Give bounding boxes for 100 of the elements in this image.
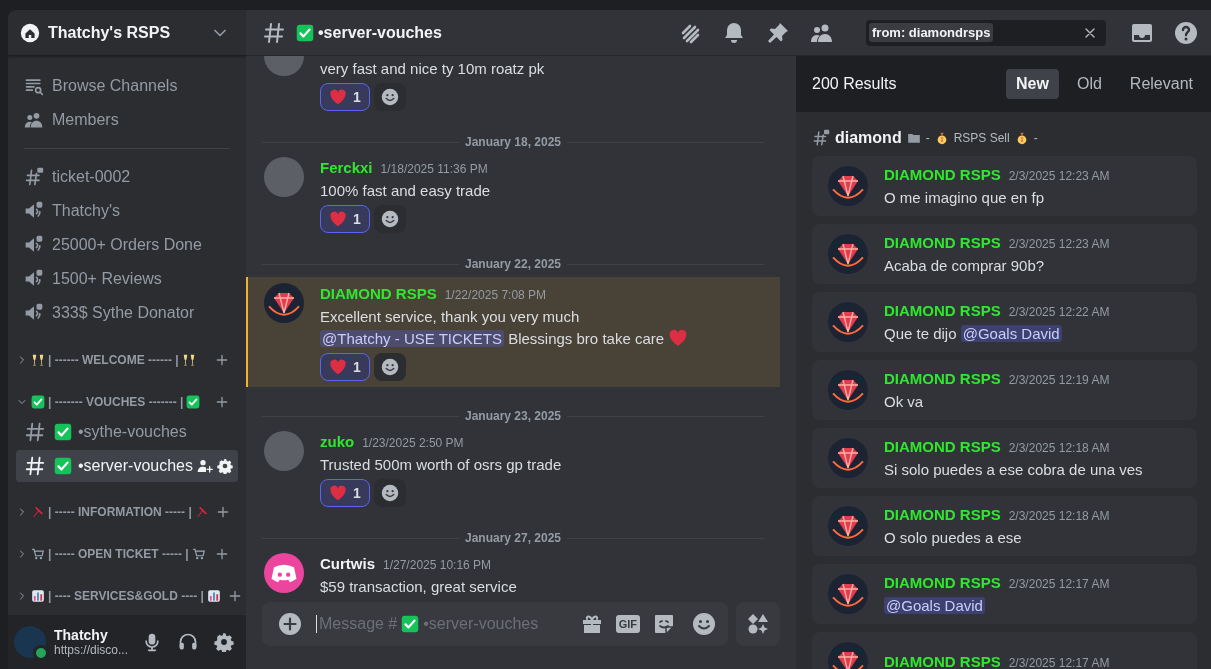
apps-icon[interactable] xyxy=(746,612,770,636)
channel-name: •sythe-vouches xyxy=(78,423,188,441)
search-field[interactable]: from: diamondrsps xyxy=(866,19,1106,46)
message-text: Ok va xyxy=(884,391,925,412)
author-name[interactable]: DIAMOND RSPS xyxy=(884,650,1001,669)
heart-icon xyxy=(329,88,347,106)
channel-item[interactable]: •server-vouches xyxy=(16,450,238,482)
hash-icon xyxy=(262,20,286,45)
sort-tab[interactable]: Old xyxy=(1066,69,1112,99)
channel-item[interactable]: 25000+ Orders Done xyxy=(16,228,238,262)
channel-name[interactable]: diamond xyxy=(835,129,902,147)
cart-icon xyxy=(191,547,206,561)
search-result[interactable]: DIAMOND RSPS 2/3/2025 12:17 AM @Goals David xyxy=(812,564,1197,624)
author-name[interactable]: DIAMOND RSPS xyxy=(884,503,1001,526)
user-mention[interactable]: @Goals David xyxy=(884,596,985,614)
heart-icon xyxy=(329,358,347,376)
search-result[interactable]: DIAMOND RSPS 2/3/2025 12:23 AM O me imagino que en fp xyxy=(812,156,1197,216)
category-name[interactable]: | ---- SERVICES&GOLD ---- | xyxy=(48,589,204,603)
champagne-icon xyxy=(181,353,196,367)
bar-chart-icon xyxy=(31,589,45,603)
channel-item[interactable]: Thatchy's xyxy=(16,194,238,228)
heart-icon xyxy=(668,328,689,348)
add-reaction-icon[interactable] xyxy=(380,358,399,376)
bell-icon[interactable] xyxy=(722,20,746,45)
plus-icon[interactable] xyxy=(214,352,230,368)
cart-icon xyxy=(31,547,45,561)
message-input[interactable]: Message # •server-vouches GIF xyxy=(262,602,728,646)
settings-icon[interactable] xyxy=(217,458,233,474)
help-icon[interactable] xyxy=(1174,20,1198,45)
check-icon xyxy=(186,395,201,409)
search-query: from: diamondrsps xyxy=(869,23,994,42)
microphone-icon[interactable] xyxy=(142,632,162,652)
timestamp: 1/27/2025 10:16 PM xyxy=(383,557,492,574)
plus-icon[interactable] xyxy=(214,546,230,562)
sort-tab[interactable]: New xyxy=(1006,69,1059,99)
search-result[interactable]: DIAMOND RSPS 2/3/2025 12:18 AM O solo puedes a ese xyxy=(812,496,1197,556)
reaction-button[interactable]: 1 xyxy=(320,83,370,111)
emoji-icon[interactable] xyxy=(692,612,716,636)
message-text: $59 transaction, great service xyxy=(320,577,518,597)
search-result[interactable]: DIAMOND RSPS 2/3/2025 12:18 AM Si solo puedes a ese cobra de una ves xyxy=(812,428,1197,488)
server-name[interactable]: Thatchy's RSPS xyxy=(48,23,202,42)
author-name[interactable]: DIAMOND RSPS xyxy=(884,367,1001,390)
author-name[interactable]: DIAMOND RSPS xyxy=(884,231,1001,254)
channel-item[interactable]: ticket-0002 xyxy=(16,160,238,194)
message-text: 100% fast and easy trade xyxy=(320,181,492,201)
add-member-icon[interactable] xyxy=(197,458,213,474)
author-name[interactable]: zuko xyxy=(320,431,355,453)
sidebar-item[interactable]: Members xyxy=(16,103,238,137)
author-name[interactable]: DIAMOND RSPS xyxy=(884,571,1001,594)
gif-button[interactable]: GIF xyxy=(615,615,640,633)
add-reaction-icon[interactable] xyxy=(380,210,399,228)
message-text: Si solo puedes a ese cobra de una ves xyxy=(884,459,1144,480)
plus-circle-icon[interactable] xyxy=(278,612,302,636)
channel-item[interactable]: 333$ Sythe Donator xyxy=(16,296,238,330)
author-name[interactable]: Curtwis xyxy=(320,553,375,575)
avatar-placeholder xyxy=(264,157,304,197)
user-mention[interactable]: @Goals David xyxy=(960,324,1062,342)
sort-tab[interactable]: Relevant xyxy=(1119,69,1203,99)
message-text: O me imagino que en fp xyxy=(884,187,1046,208)
author-name[interactable]: DIAMOND RSPS xyxy=(884,299,1001,322)
plus-icon[interactable] xyxy=(214,394,230,410)
search-result[interactable]: DIAMOND RSPS 2/3/2025 12:19 AM Ok va xyxy=(812,360,1197,420)
headphones-icon[interactable] xyxy=(178,632,198,652)
settings-icon[interactable] xyxy=(214,632,234,652)
avatar xyxy=(264,553,304,593)
category-name[interactable]: | ----- INFORMATION ----- | xyxy=(48,505,192,519)
reaction-button[interactable]: 1 xyxy=(320,205,370,233)
reaction-button[interactable]: 1 xyxy=(320,479,370,507)
channel-item[interactable]: •sythe-vouches xyxy=(16,416,238,448)
check-icon xyxy=(54,423,72,441)
author-name[interactable]: DIAMOND RSPS xyxy=(320,283,437,305)
search-result[interactable]: DIAMOND RSPS 2/3/2025 12:17 AM xyxy=(812,632,1197,669)
search-result[interactable]: DIAMOND RSPS 2/3/2025 12:23 AM Acaba de comprar 90b? xyxy=(812,224,1197,284)
add-reaction-icon[interactable] xyxy=(380,88,399,106)
sidebar-item[interactable]: Browse Channels xyxy=(16,69,238,103)
author-name[interactable]: DIAMOND RSPS xyxy=(884,435,1001,458)
timestamp: 2/3/2025 12:18 AM xyxy=(1008,507,1110,525)
channel-item[interactable]: 1500+ Reviews xyxy=(16,262,238,296)
category-text: - xyxy=(925,131,930,145)
category-name[interactable]: | ------- VOUCHES ------- | xyxy=(48,395,184,409)
hash-icon xyxy=(24,421,46,443)
diamond-avatar xyxy=(264,283,304,323)
category-name[interactable]: | ------ WELCOME ------ | xyxy=(48,353,179,367)
sticker-icon[interactable] xyxy=(652,612,676,636)
search-result[interactable]: DIAMOND RSPS 2/3/2025 12:22 AM Que te dijo @Goals David xyxy=(812,292,1197,352)
author-name[interactable]: Ferckxi xyxy=(320,157,373,179)
bar-chart-icon xyxy=(206,589,221,603)
diamond-avatar xyxy=(828,506,868,546)
locked-hash-icon xyxy=(24,167,44,187)
author-name[interactable]: DIAMOND RSPS xyxy=(884,163,1001,186)
category-name[interactable]: | ----- OPEN TICKET ----- | xyxy=(48,547,189,561)
timestamp: 1/18/2025 11:36 PM xyxy=(380,161,488,178)
timestamp: 2/3/2025 12:23 AM xyxy=(1008,235,1110,253)
channel-title: •server-vouches xyxy=(318,23,442,42)
reaction-button[interactable]: 1 xyxy=(320,353,370,381)
add-reaction-icon[interactable] xyxy=(380,484,399,502)
pin-icon[interactable] xyxy=(766,20,790,45)
user-mention[interactable]: @Thatchy - USE TICKETS xyxy=(320,330,504,347)
date-label: January 18, 2025 xyxy=(464,135,562,149)
check-icon xyxy=(31,395,45,409)
